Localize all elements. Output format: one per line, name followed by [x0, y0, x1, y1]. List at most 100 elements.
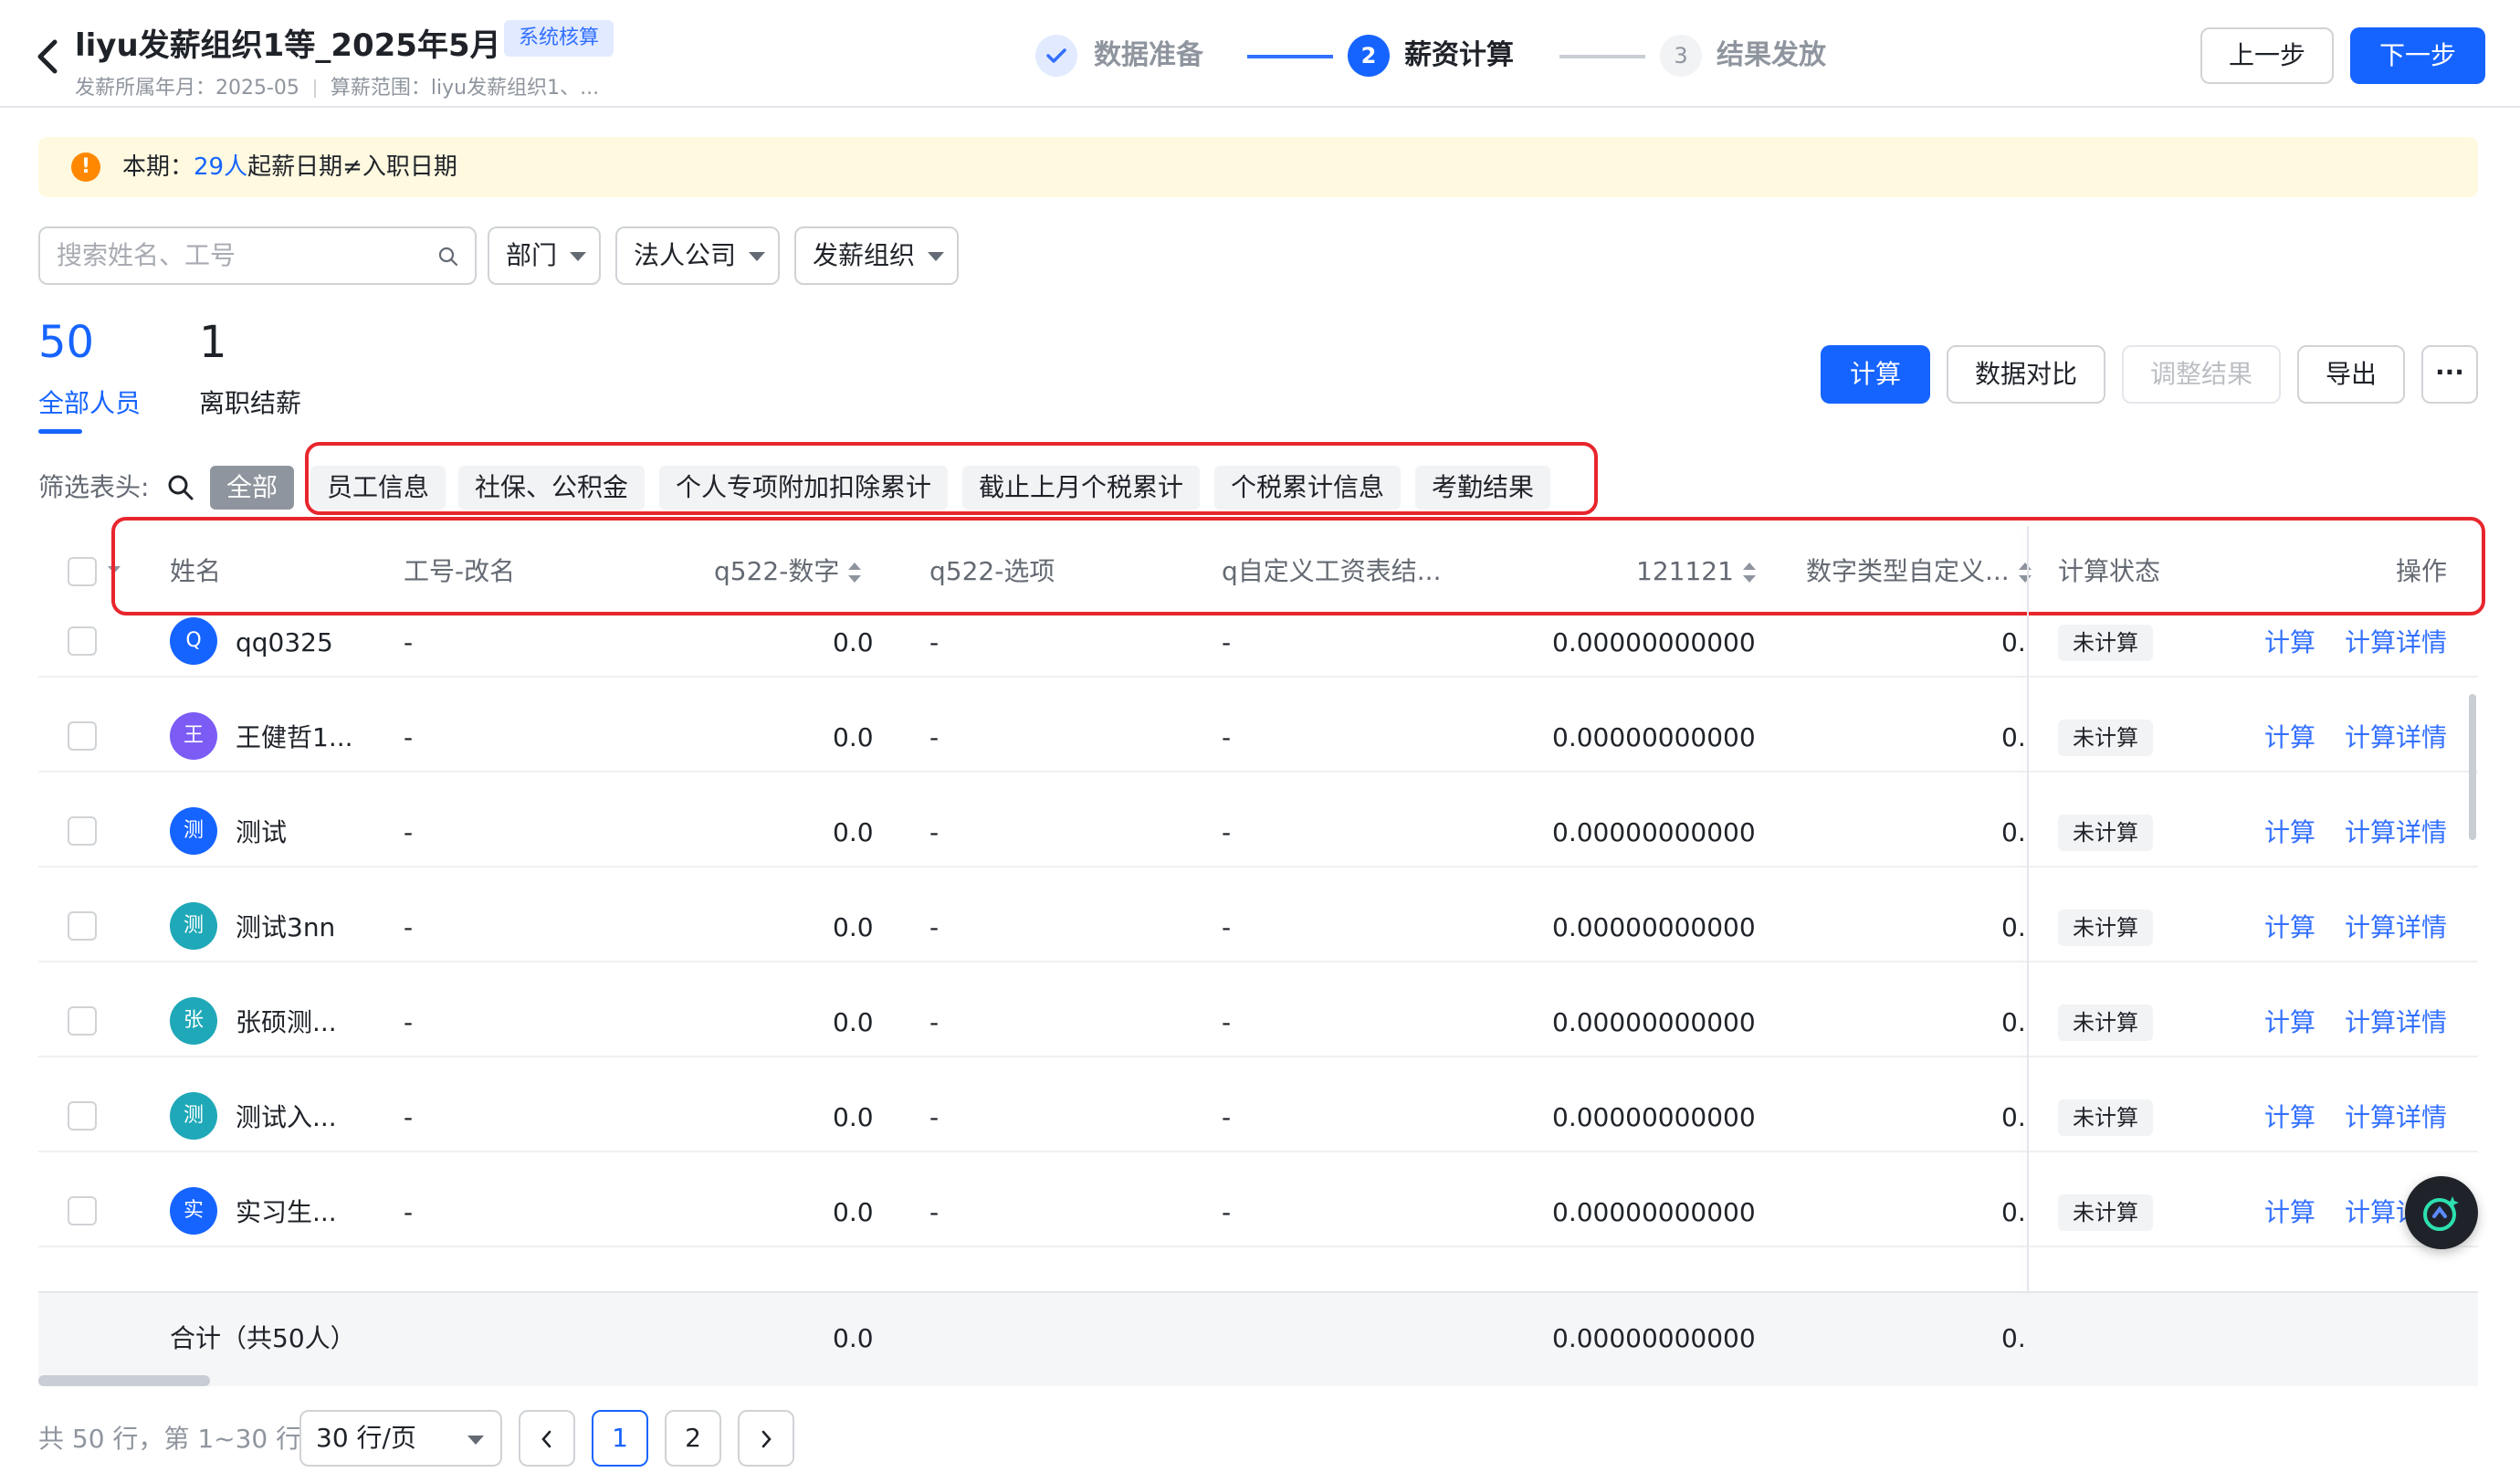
search-icon[interactable] [166, 473, 195, 502]
row-calc-link[interactable]: 计算 [2264, 1194, 2315, 1231]
q522-num-value: 0.0 [833, 1102, 874, 1132]
select-all-checkbox[interactable] [68, 557, 97, 586]
chevron-down-icon [467, 1436, 484, 1445]
row-calc-link[interactable]: 计算 [2264, 910, 2315, 946]
row-detail-link[interactable]: 计算详情 [2345, 815, 2447, 851]
row-checkbox[interactable] [68, 1006, 97, 1036]
warning-count-link[interactable]: 29人 [194, 153, 247, 181]
employee-name[interactable]: 测试 [236, 815, 287, 851]
warning-suffix: 起薪日期≠入职日期 [247, 153, 457, 181]
org-select-label: 发薪组织 [813, 240, 916, 270]
status-badge: 未计算 [2058, 1099, 2153, 1136]
status-badge: 未计算 [2058, 1194, 2153, 1231]
row-checkbox[interactable] [68, 816, 97, 846]
warning-prefix: 本期： [122, 153, 194, 181]
status-badge: 未计算 [2058, 625, 2153, 661]
q522-option-value: - [929, 1102, 940, 1132]
prev-page-button[interactable] [519, 1410, 575, 1467]
avatar: 测 [170, 807, 217, 855]
employee-name[interactable]: qq0325 [236, 625, 333, 661]
employee-number: - [404, 1007, 414, 1037]
v121121-value: 0.00000000000 [1552, 1007, 1756, 1037]
more-actions-button[interactable]: ··· [2421, 345, 2478, 404]
next-step-button[interactable]: 下一步 [2350, 27, 2485, 84]
num-custom-value: 0.0 [2001, 912, 2025, 942]
calc-scope: 算薪范围：liyu发薪组织1、... [330, 77, 600, 100]
search-box[interactable]: 搜索姓名、工号 [38, 226, 477, 285]
row-detail-link[interactable]: 计算详情 [2345, 1004, 2447, 1041]
row-calc-link[interactable]: 计算 [2264, 625, 2315, 661]
calc-button[interactable]: 计算 [1821, 345, 1930, 404]
chevron-left-icon [541, 1430, 551, 1448]
row-calc-link[interactable]: 计算 [2264, 815, 2315, 851]
row-calc-link[interactable]: 计算 [2264, 1004, 2315, 1041]
dept-select[interactable]: 部门 [488, 226, 601, 285]
company-select[interactable]: 法人公司 [615, 226, 780, 285]
employee-number: - [404, 1102, 414, 1132]
data-compare-button[interactable]: 数据对比 [1947, 345, 2105, 404]
employee-number: - [404, 817, 414, 847]
v121121-value: 0.00000000000 [1552, 722, 1756, 752]
stat-all-label[interactable]: 全部人员 [38, 385, 141, 422]
row-detail-link[interactable]: 计算详情 [2345, 1099, 2447, 1136]
total-q522-num: 0.0 [833, 1323, 874, 1353]
avatar: 张 [170, 997, 217, 1045]
num-custom-value: 0.0 [2001, 1007, 2025, 1037]
row-checkbox[interactable] [68, 911, 97, 941]
company-select-label: 法人公司 [634, 240, 737, 270]
q522-num-value: 0.0 [833, 817, 874, 847]
employee-name[interactable]: 测试入... [236, 1099, 337, 1136]
employee-name[interactable]: 实习生... [236, 1194, 337, 1231]
next-page-button[interactable] [738, 1410, 794, 1467]
employee-number: - [404, 912, 414, 942]
row-checkbox[interactable] [68, 721, 97, 751]
step-connector-1 [1247, 55, 1333, 58]
prev-step-button[interactable]: 上一步 [2200, 27, 2334, 84]
total-fixed-bg [2025, 1293, 2478, 1386]
page-1-button[interactable]: 1 [592, 1410, 648, 1467]
row-detail-link[interactable]: 计算详情 [2345, 910, 2447, 946]
pagination-summary: 共 50 行，第 1~30 行 [38, 1424, 302, 1454]
stat-resigned-label[interactable]: 离职结薪 [199, 385, 301, 422]
back-arrow-icon[interactable] [31, 35, 64, 79]
page-size-select[interactable]: 30 行/页 [299, 1410, 502, 1467]
page-size-label: 30 行/页 [316, 1423, 416, 1453]
horizontal-scrollbar[interactable] [38, 1375, 210, 1386]
q522-num-value: 0.0 [833, 912, 874, 942]
org-select[interactable]: 发薪组织 [794, 226, 959, 285]
row-detail-link[interactable]: 计算详情 [2345, 720, 2447, 756]
ai-assistant-button[interactable] [2405, 1176, 2478, 1249]
fixed-column-divider [2027, 526, 2029, 1384]
q522-num-value: 0.0 [833, 1197, 874, 1227]
chevron-down-icon [570, 252, 587, 261]
vertical-scrollbar[interactable] [2469, 694, 2476, 840]
stat-all-count[interactable]: 50 [38, 314, 94, 371]
step-3-number: 3 [1660, 35, 1702, 77]
avatar: 实 [170, 1187, 217, 1235]
adjust-result-button[interactable]: 调整结果 [2122, 345, 2281, 404]
employee-name[interactable]: 王健哲1... [236, 720, 353, 756]
active-tab-indicator [38, 429, 82, 434]
stat-resigned-count[interactable]: 1 [199, 314, 227, 371]
employee-number: - [404, 722, 414, 752]
v121121-value: 0.00000000000 [1552, 912, 1756, 942]
row-checkbox[interactable] [68, 1101, 97, 1131]
page-2-button[interactable]: 2 [665, 1410, 721, 1467]
row-checkbox[interactable] [68, 1196, 97, 1225]
q522-option-value: - [929, 1197, 940, 1227]
employee-name[interactable]: 张硕测... [236, 1004, 337, 1041]
export-button[interactable]: 导出 [2297, 345, 2405, 404]
row-calc-link[interactable]: 计算 [2264, 720, 2315, 756]
employee-name[interactable]: 测试3nn [236, 910, 335, 946]
search-input[interactable]: 搜索姓名、工号 [57, 228, 236, 283]
total-121121: 0.00000000000 [1552, 1323, 1756, 1353]
page-title: liyu发薪组织1等_2025年5月 [75, 27, 501, 64]
row-calc-link[interactable]: 计算 [2264, 1099, 2315, 1136]
status-badge: 未计算 [2058, 910, 2153, 946]
avatar: 测 [170, 1092, 217, 1140]
row-detail-link[interactable]: 计算详情 [2345, 625, 2447, 661]
chip-all[interactable]: 全部 [210, 466, 295, 510]
status-badge: 未计算 [2058, 720, 2153, 756]
total-num-custom: 0.0 [2001, 1323, 2023, 1353]
row-checkbox[interactable] [68, 626, 97, 656]
